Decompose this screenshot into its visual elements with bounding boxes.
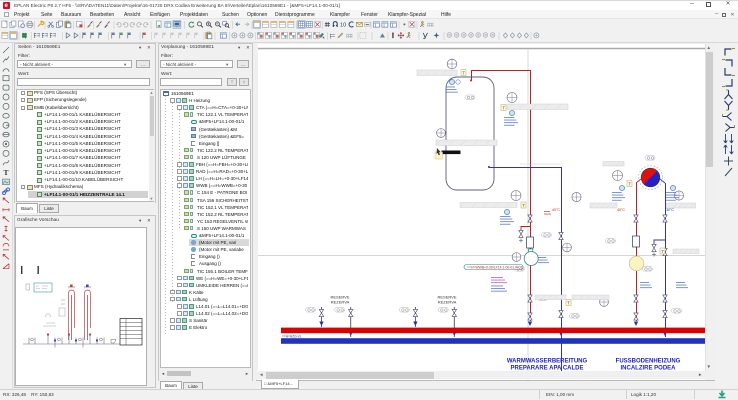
svg-text:T: T — [4, 168, 9, 177]
svg-text:T: T — [628, 181, 631, 186]
svg-text:==H=WWB+0-30/LF14.1-00-01.WQ1: ==H=WWB+0-30/LF14.1-00-01.WQ1 — [467, 266, 523, 270]
svg-text:T: T — [522, 203, 525, 208]
svg-text:40°C: 40°C — [617, 208, 625, 212]
svg-text:FUSSBODENHEIZUNG: FUSSBODENHEIZUNG — [616, 359, 681, 365]
svg-text:REZERVA: REZERVA — [438, 300, 457, 305]
svg-text:T: T — [661, 249, 664, 254]
svg-text:==H=HZG-VL: ==H=HZG-VL — [282, 334, 302, 338]
svg-text:30°C: 30°C — [666, 208, 674, 212]
svg-text:T: T — [502, 105, 505, 110]
svg-text:REZERVA: REZERVA — [331, 300, 350, 305]
svg-text:WARMWASSERBEREITUNG: WARMWASSERBEREITUNG — [507, 359, 588, 365]
svg-text:T: T — [567, 300, 570, 305]
svg-text:40°C: 40°C — [552, 208, 560, 212]
svg-text:10: 10 — [340, 23, 346, 29]
svg-text:T: T — [462, 70, 465, 75]
